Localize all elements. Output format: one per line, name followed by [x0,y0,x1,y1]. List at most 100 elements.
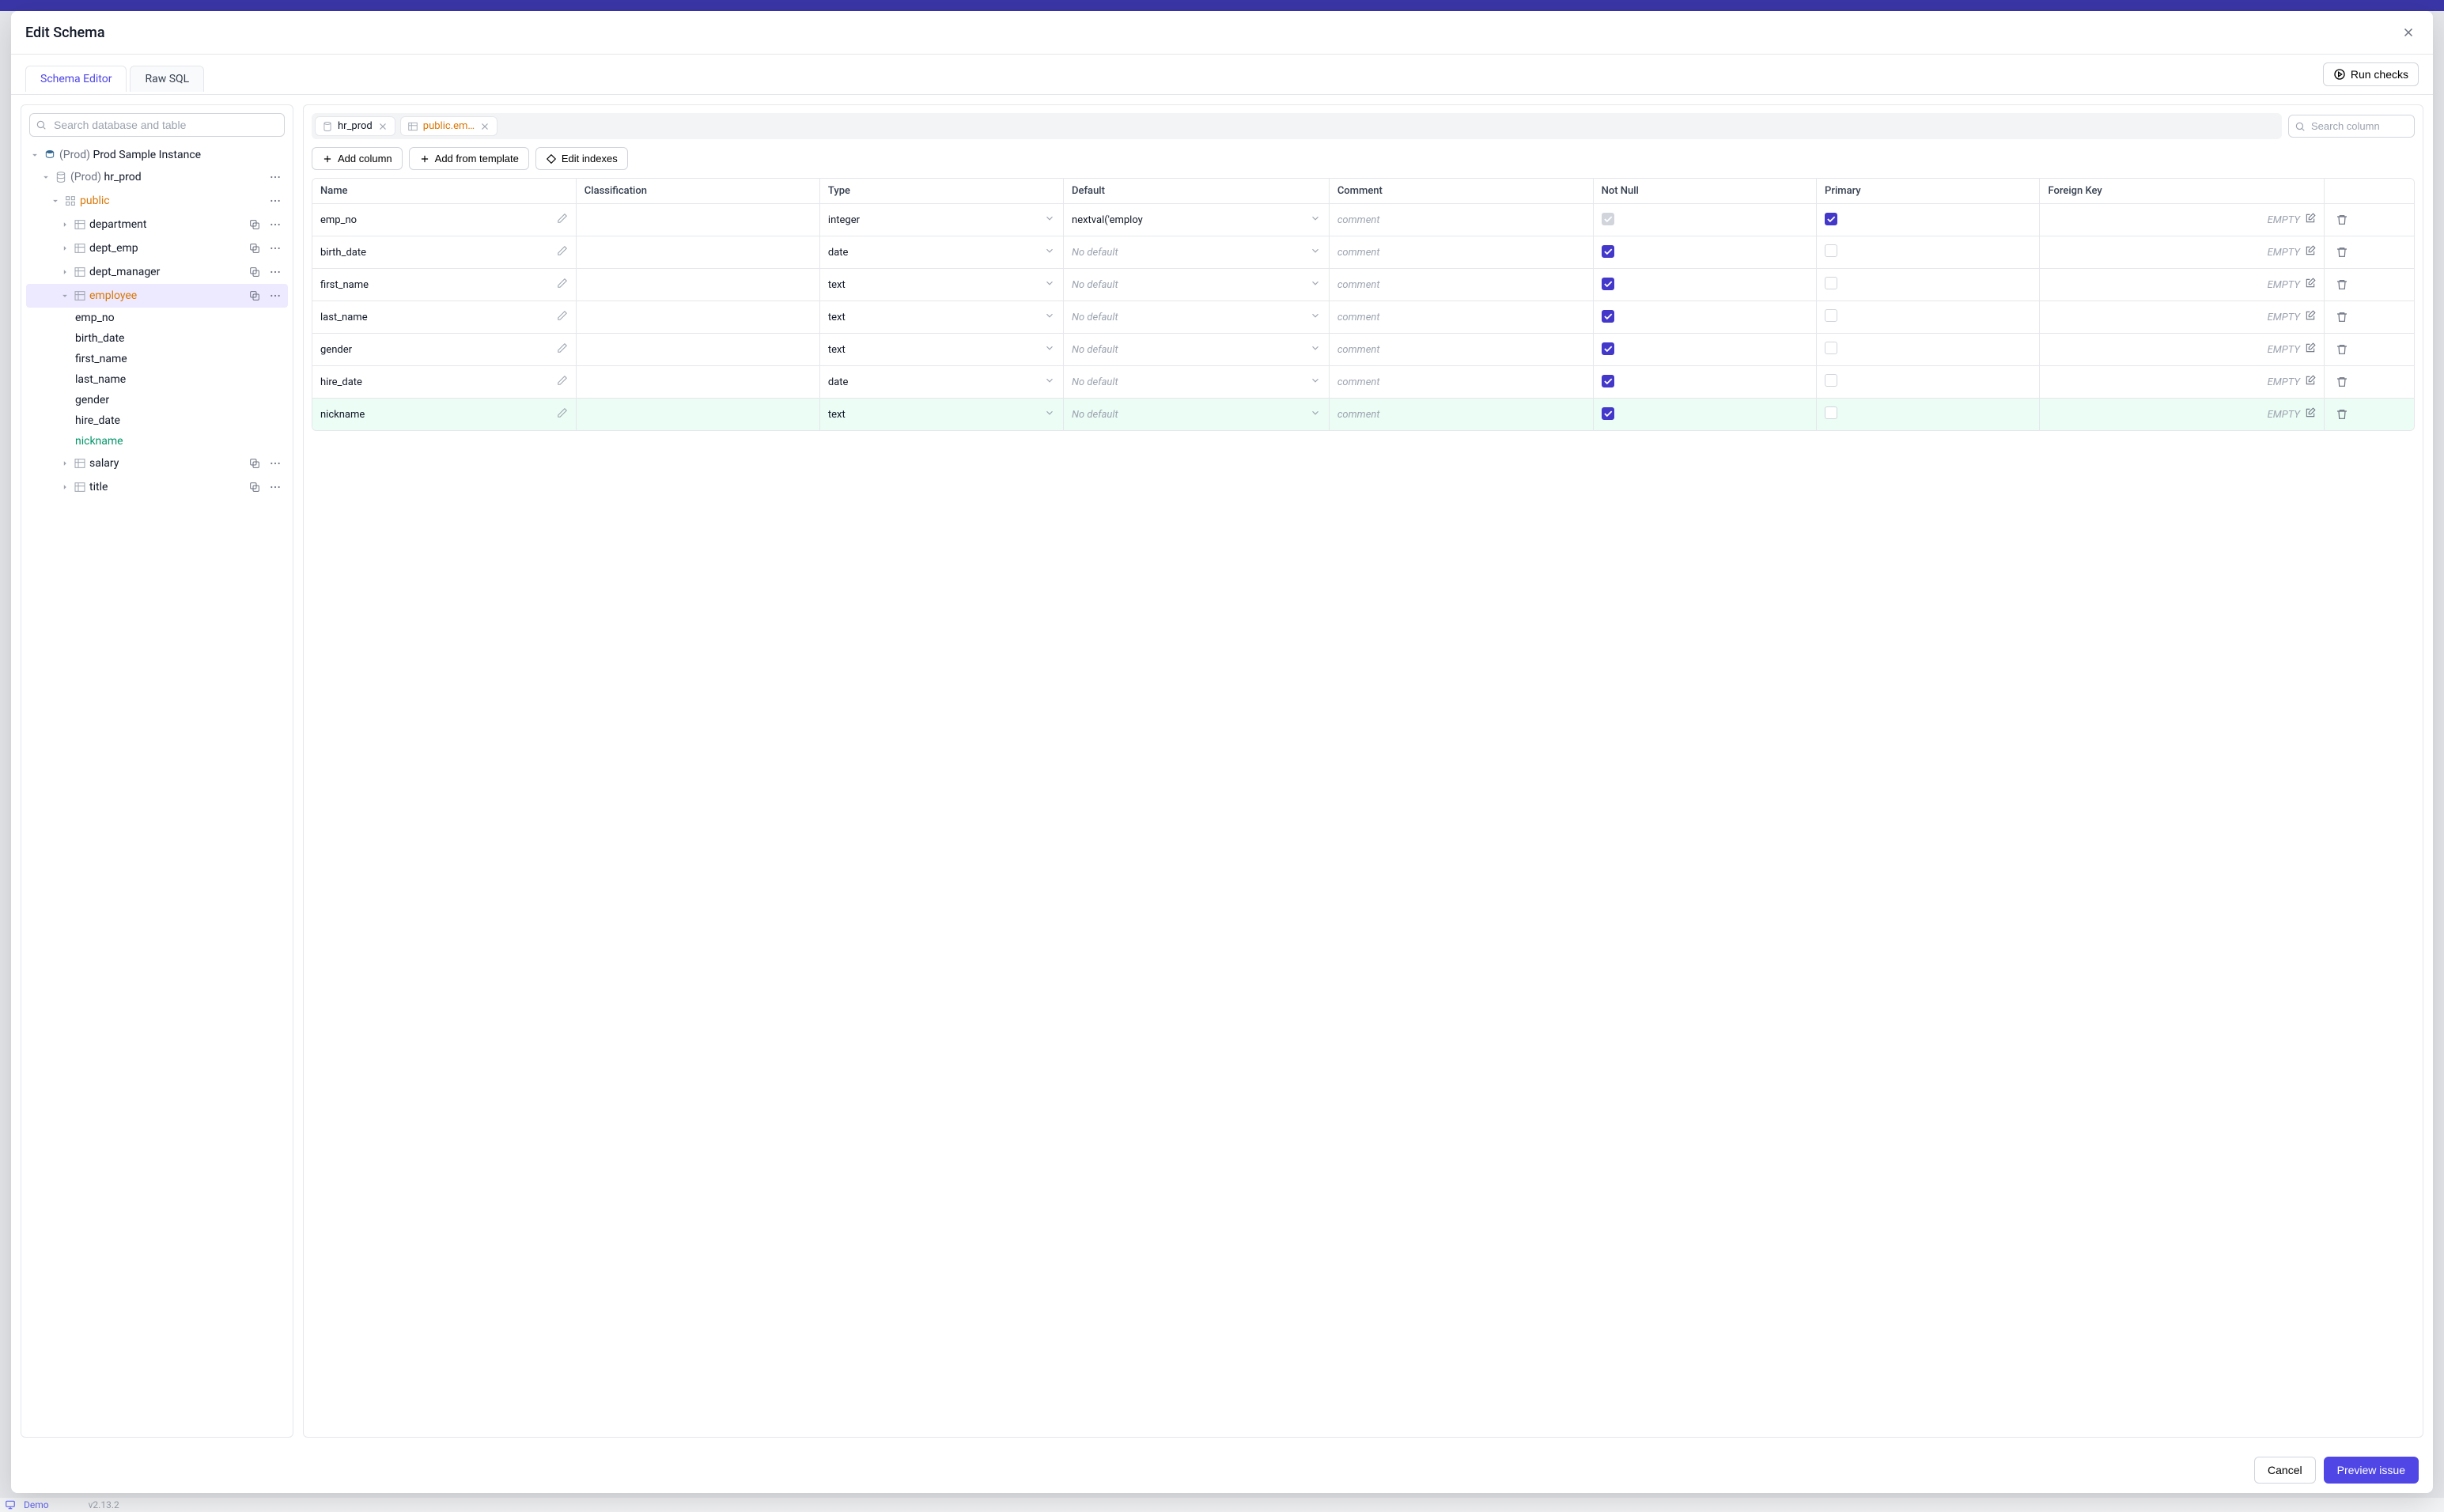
run-checks-button[interactable]: Run checks [2323,62,2419,86]
name-cell[interactable]: hire_date [320,375,568,389]
type-cell[interactable]: date [828,245,1055,259]
tree-column-gender[interactable]: gender [26,390,288,410]
edit-indexes-button[interactable]: Edit indexes [535,147,628,170]
name-cell[interactable]: birth_date [320,245,568,259]
primary-checkbox[interactable] [1825,342,1837,354]
column-search-input[interactable] [2288,115,2415,138]
tree-instance[interactable]: (Prod) Prod Sample Instance [26,145,288,165]
default-cell[interactable]: No default [1072,278,1321,292]
classification-cell[interactable] [577,301,820,334]
tab-schema-editor[interactable]: Schema Editor [25,66,127,92]
name-cell[interactable]: nickname [320,407,568,421]
preview-issue-button[interactable]: Preview issue [2324,1457,2419,1484]
table-more-button[interactable] [266,215,285,234]
name-cell[interactable]: last_name [320,310,568,324]
not-null-checkbox[interactable] [1602,375,1614,387]
default-cell[interactable]: No default [1072,245,1321,259]
classification-cell[interactable] [577,366,820,399]
default-cell[interactable]: No default [1072,310,1321,324]
primary-checkbox[interactable] [1825,277,1837,289]
foreign-key-cell[interactable]: EMPTY [2048,342,2315,357]
primary-checkbox[interactable] [1825,309,1837,322]
breadcrumb-database[interactable]: hr_prod [315,116,395,136]
table-more-button[interactable] [266,478,285,497]
delete-column-button[interactable] [2332,275,2351,294]
name-cell[interactable]: gender [320,342,568,357]
classification-cell[interactable] [577,204,820,236]
delete-column-button[interactable] [2332,243,2351,262]
not-null-checkbox[interactable] [1602,407,1614,420]
breadcrumb-db-close[interactable] [377,121,388,132]
table-more-button[interactable] [266,286,285,305]
tree-column-hire_date[interactable]: hire_date [26,410,288,431]
default-cell[interactable]: No default [1072,375,1321,389]
tree-table-dept_manager[interactable]: dept_manager [26,260,288,284]
tree-table-dept_emp[interactable]: dept_emp [26,236,288,260]
table-more-button[interactable] [266,263,285,282]
copy-table-button[interactable] [245,286,264,305]
table-more-button[interactable] [266,454,285,473]
tree-table-title[interactable]: title [26,475,288,499]
tree-search-input[interactable] [29,113,285,137]
tree-table-salary[interactable]: salary [26,452,288,475]
name-cell[interactable]: first_name [320,278,568,292]
classification-cell[interactable] [577,269,820,301]
comment-cell[interactable]: comment [1330,269,1594,301]
tab-raw-sql[interactable]: Raw SQL [130,66,204,92]
close-button[interactable] [2398,22,2419,43]
tree-column-last_name[interactable]: last_name [26,369,288,390]
primary-checkbox[interactable] [1825,406,1837,419]
not-null-checkbox[interactable] [1602,310,1614,323]
add-from-template-button[interactable]: Add from template [409,147,529,170]
delete-column-button[interactable] [2332,372,2351,391]
copy-table-button[interactable] [245,478,264,497]
type-cell[interactable]: integer [828,213,1055,227]
tree-table-department[interactable]: department [26,213,288,236]
cancel-button[interactable]: Cancel [2254,1457,2316,1484]
primary-checkbox[interactable] [1825,244,1837,257]
default-cell[interactable]: No default [1072,407,1321,421]
not-null-checkbox[interactable] [1602,342,1614,355]
primary-checkbox[interactable] [1825,374,1837,387]
primary-checkbox[interactable] [1825,213,1837,225]
foreign-key-cell[interactable]: EMPTY [2048,278,2315,292]
type-cell[interactable]: text [828,310,1055,324]
type-cell[interactable]: text [828,278,1055,292]
default-cell[interactable]: nextval('employ [1072,213,1321,227]
copy-table-button[interactable] [245,215,264,234]
tree-table-employee[interactable]: employee [26,284,288,308]
not-null-checkbox[interactable] [1602,213,1614,225]
foreign-key-cell[interactable]: EMPTY [2048,310,2315,324]
delete-column-button[interactable] [2332,210,2351,229]
tree-column-birth_date[interactable]: birth_date [26,328,288,349]
copy-table-button[interactable] [245,239,264,258]
foreign-key-cell[interactable]: EMPTY [2048,245,2315,259]
foreign-key-cell[interactable]: EMPTY [2048,375,2315,389]
classification-cell[interactable] [577,399,820,430]
tree-column-first_name[interactable]: first_name [26,349,288,369]
comment-cell[interactable]: comment [1330,366,1594,399]
comment-cell[interactable]: comment [1330,204,1594,236]
default-cell[interactable]: No default [1072,342,1321,357]
add-column-button[interactable]: Add column [312,147,403,170]
comment-cell[interactable]: comment [1330,334,1594,366]
comment-cell[interactable]: comment [1330,399,1594,430]
type-cell[interactable]: text [828,407,1055,421]
breadcrumb-table-close[interactable] [479,121,490,132]
comment-cell[interactable]: comment [1330,236,1594,269]
breadcrumb-table[interactable]: public.em… [400,116,498,136]
type-cell[interactable]: date [828,375,1055,389]
delete-column-button[interactable] [2332,405,2351,424]
not-null-checkbox[interactable] [1602,245,1614,258]
not-null-checkbox[interactable] [1602,278,1614,290]
foreign-key-cell[interactable]: EMPTY [2048,407,2315,421]
type-cell[interactable]: text [828,342,1055,357]
tree-schema-public[interactable]: public [26,189,288,213]
classification-cell[interactable] [577,334,820,366]
table-more-button[interactable] [266,239,285,258]
tree-database[interactable]: (Prod) hr_prod [26,165,288,189]
copy-table-button[interactable] [245,263,264,282]
copy-table-button[interactable] [245,454,264,473]
classification-cell[interactable] [577,236,820,269]
database-more-button[interactable] [266,168,285,187]
